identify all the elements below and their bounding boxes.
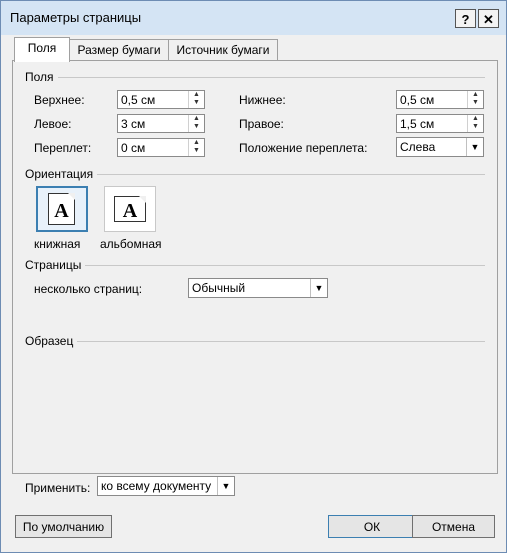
pages-divider: [85, 265, 485, 266]
margins-group-label: Поля: [25, 70, 58, 84]
arrow-up-icon[interactable]: ▲: [189, 91, 204, 99]
gutter-position-value: Слева: [400, 140, 436, 154]
margins-divider: [53, 77, 485, 78]
apply-label: Применить:: [25, 481, 91, 495]
right-margin-value: 1,5 см: [400, 117, 435, 131]
gutter-label: Переплет:: [34, 141, 92, 155]
page-setup-dialog: Параметры страницы ? ✕ Поля Размер бумаг…: [0, 0, 507, 553]
gutter-position-select[interactable]: Слева ▼: [396, 137, 484, 157]
chevron-down-icon[interactable]: ▼: [466, 138, 483, 156]
arrow-up-icon[interactable]: ▲: [468, 115, 483, 123]
cancel-button[interactable]: Отмена: [412, 515, 495, 538]
help-button[interactable]: ?: [455, 9, 476, 28]
multiple-pages-select[interactable]: Обычный ▼: [188, 278, 328, 298]
right-margin-label: Правое:: [239, 117, 284, 131]
arrow-up-icon[interactable]: ▲: [189, 115, 204, 123]
apply-to-select[interactable]: ко всему документу ▼: [97, 476, 235, 496]
preview-group-label: Образец: [25, 334, 78, 348]
bottom-margin-spinner[interactable]: 0,5 см ▲ ▼: [396, 90, 484, 109]
tab-paper-size[interactable]: Размер бумаги: [69, 39, 169, 61]
portrait-label: книжная: [34, 237, 81, 251]
bottom-margin-label: Нижнее:: [239, 93, 286, 107]
bottom-margin-value: 0,5 см: [400, 93, 435, 107]
portrait-page-icon: A: [48, 193, 75, 225]
portrait-option[interactable]: A: [36, 186, 88, 232]
set-default-button[interactable]: По умолчанию: [15, 515, 112, 538]
arrow-down-icon[interactable]: ▼: [468, 123, 483, 131]
pages-group-label: Страницы: [25, 258, 86, 272]
landscape-label: альбомная: [100, 237, 162, 251]
left-margin-value: 3 см: [121, 117, 146, 131]
dialog-client: Поля Размер бумаги Источник бумаги Поля …: [8, 35, 499, 545]
landscape-option[interactable]: A: [104, 186, 156, 232]
arrow-down-icon[interactable]: ▼: [189, 99, 204, 107]
arrow-up-icon[interactable]: ▲: [468, 91, 483, 99]
apply-to-value: ко всему документу: [101, 479, 212, 493]
dialog-title: Параметры страницы: [10, 10, 142, 25]
tab-paper-source[interactable]: Источник бумаги: [168, 39, 278, 61]
multiple-pages-value: Обычный: [192, 281, 246, 295]
tab-margins[interactable]: Поля: [14, 37, 70, 62]
gutter-position-label: Положение переплета:: [239, 141, 368, 155]
top-margin-spinner[interactable]: 0,5 см ▲ ▼: [117, 90, 205, 109]
chevron-down-icon[interactable]: ▼: [310, 279, 327, 297]
gutter-value: 0 см: [121, 141, 146, 155]
arrow-up-icon[interactable]: ▲: [189, 139, 204, 147]
arrow-down-icon[interactable]: ▼: [468, 99, 483, 107]
top-margin-value: 0,5 см: [121, 93, 156, 107]
left-margin-label: Левое:: [34, 117, 72, 131]
right-margin-spinner[interactable]: 1,5 см ▲ ▼: [396, 114, 484, 133]
left-margin-spinner[interactable]: 3 см ▲ ▼: [117, 114, 205, 133]
ok-button[interactable]: ОК: [328, 515, 416, 538]
gutter-spinner[interactable]: 0 см ▲ ▼: [117, 138, 205, 157]
arrow-down-icon[interactable]: ▼: [189, 123, 204, 131]
preview-divider: [75, 341, 485, 342]
top-margin-label: Верхнее:: [34, 93, 85, 107]
arrow-down-icon[interactable]: ▼: [189, 147, 204, 155]
landscape-page-icon: A: [114, 196, 146, 222]
orientation-group-label: Ориентация: [25, 167, 98, 181]
orientation-divider: [93, 174, 485, 175]
close-button[interactable]: ✕: [478, 9, 499, 28]
chevron-down-icon[interactable]: ▼: [217, 477, 234, 495]
multiple-pages-label: несколько страниц:: [34, 282, 143, 296]
title-bar[interactable]: Параметры страницы ? ✕: [1, 1, 506, 35]
tab-panel-margins: Поля Верхнее: 0,5 см ▲ ▼ Нижнее: 0,5 см ▲…: [12, 60, 498, 495]
